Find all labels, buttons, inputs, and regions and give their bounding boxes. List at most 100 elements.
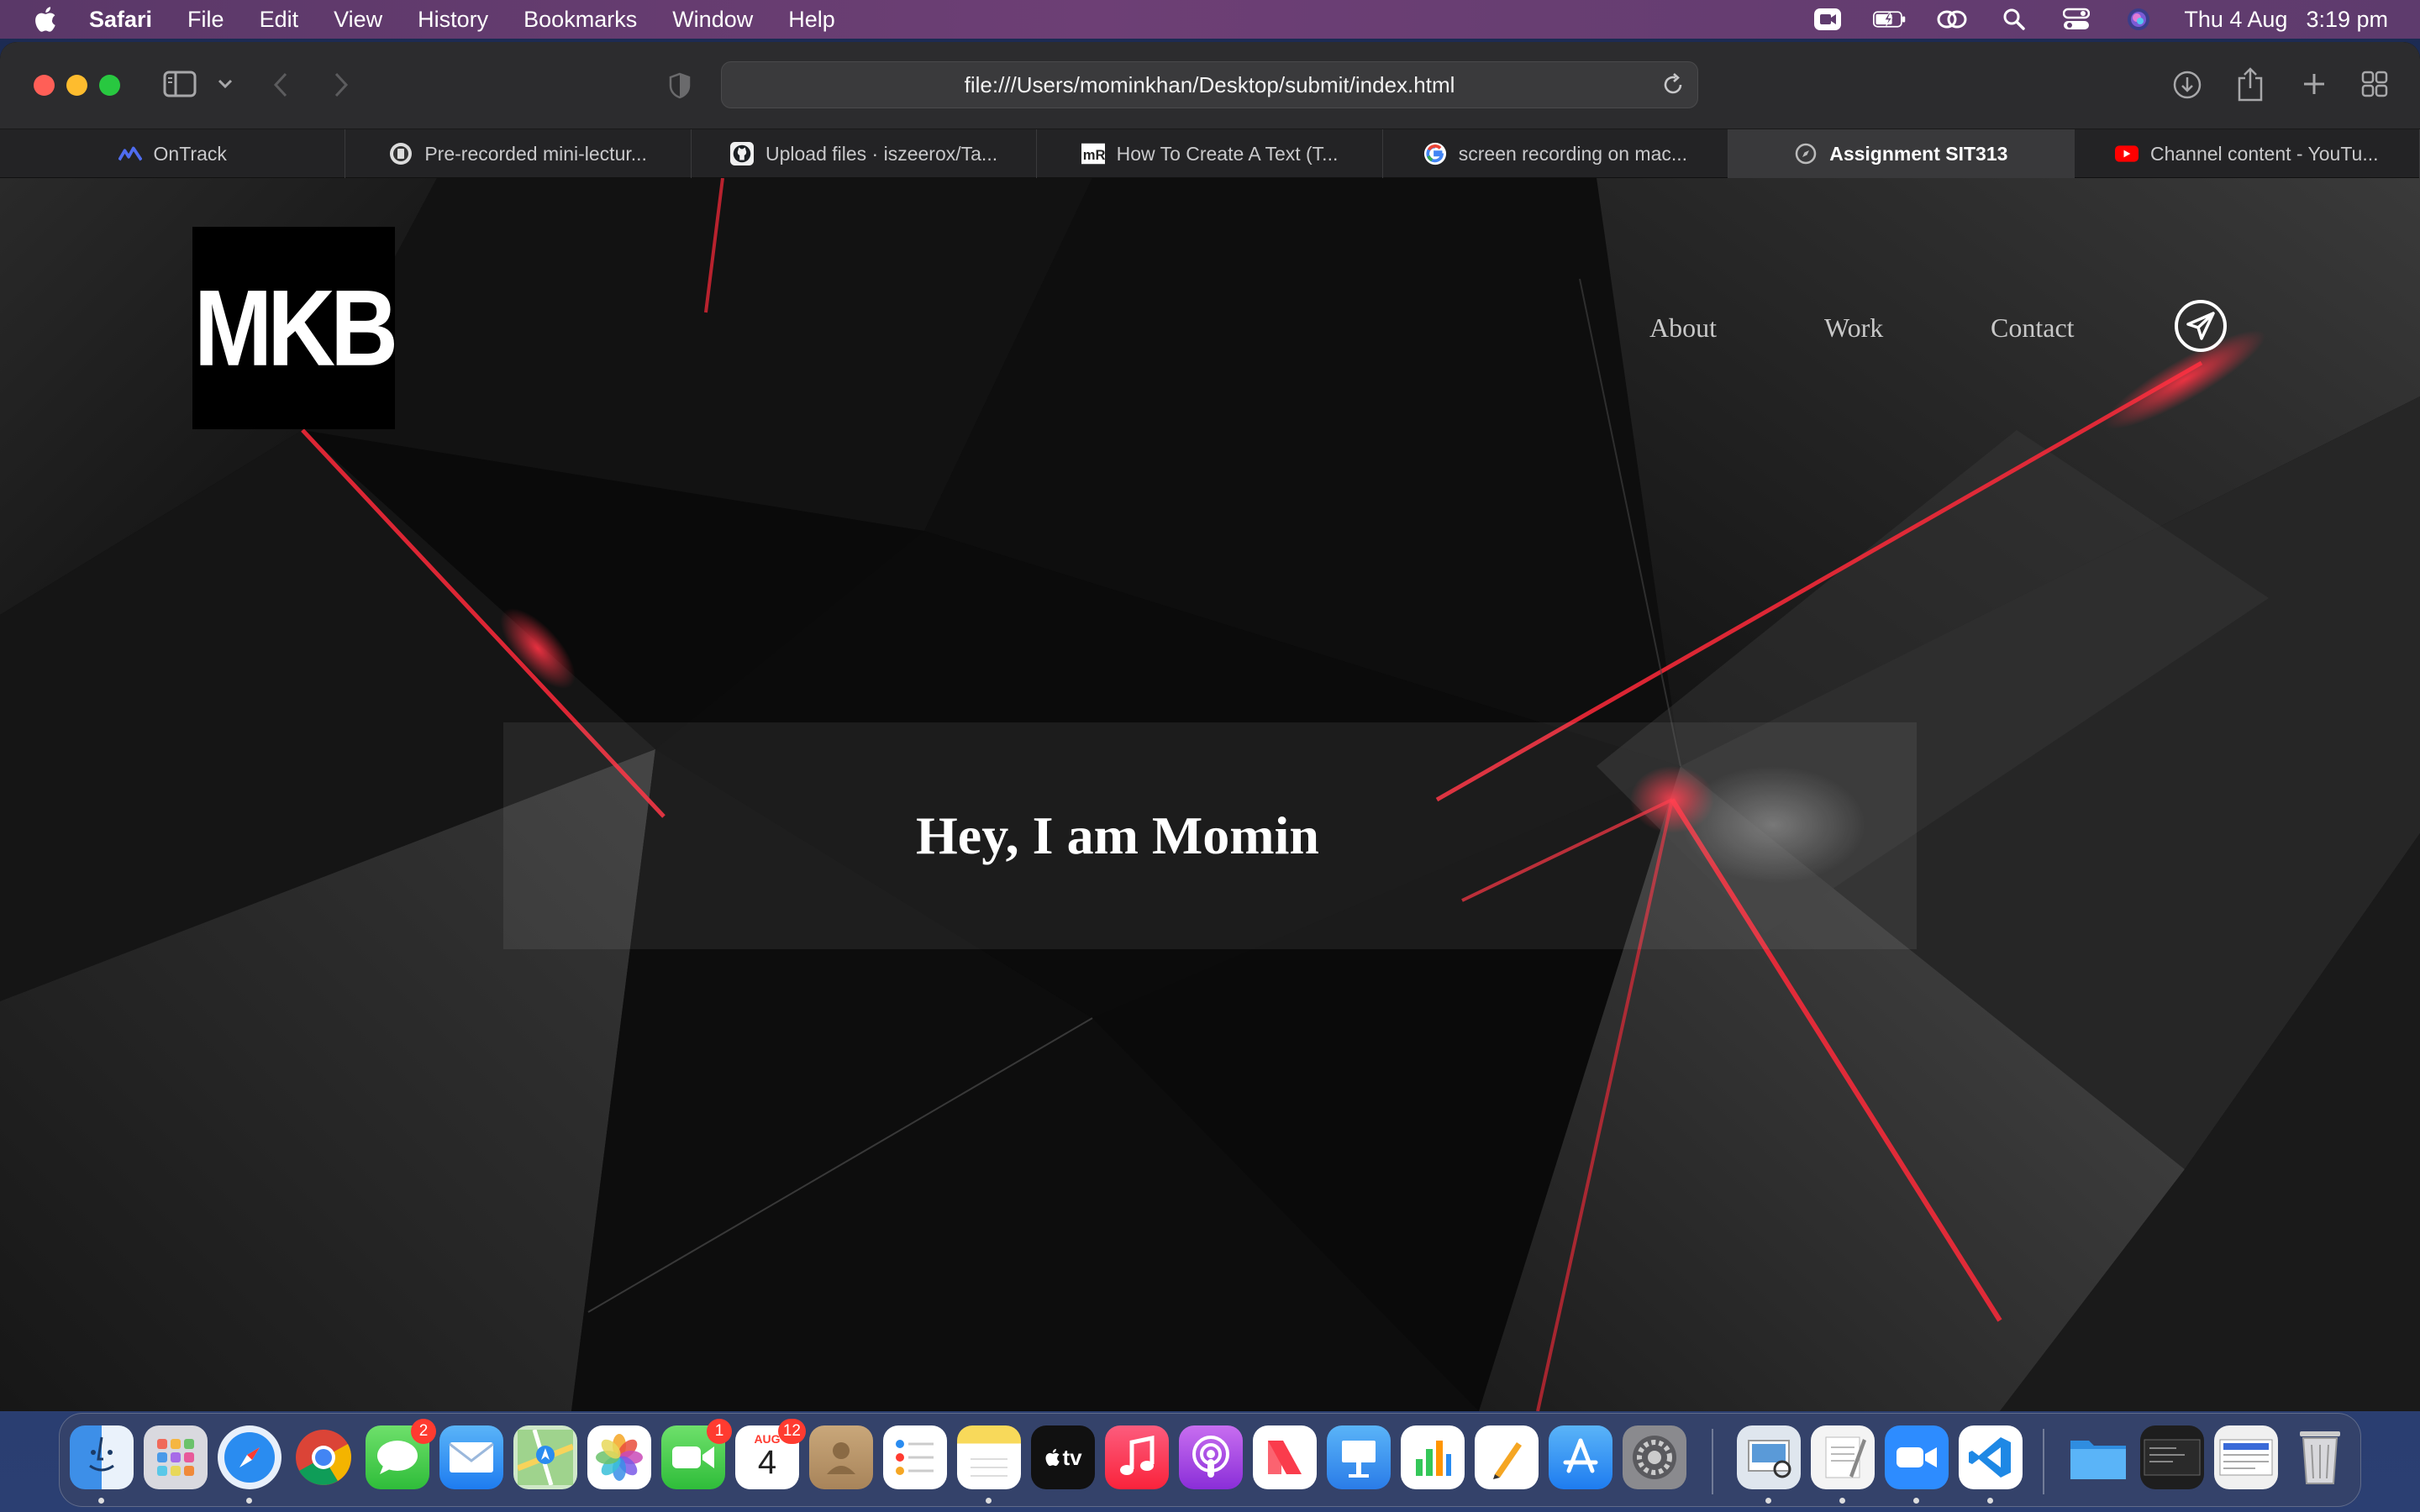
- youtube-icon: [2114, 142, 2139, 165]
- github-icon: [729, 142, 754, 165]
- hero-title: Hey, I am Momin: [916, 806, 1319, 865]
- tab-overview-icon[interactable]: [2360, 69, 2390, 99]
- ontrack-icon: [118, 142, 142, 165]
- tab-github-upload[interactable]: Upload files · iszeerox/Ta...: [692, 129, 1038, 178]
- webpage-viewport: MKB About Work Contact Hey, I am Momin: [0, 178, 2420, 1411]
- battery-icon[interactable]: [1873, 7, 1907, 32]
- tab-pre-recorded-lectures[interactable]: Pre-recorded mini-lectur...: [345, 129, 692, 178]
- calendar-badge: 12: [777, 1419, 806, 1444]
- share-icon[interactable]: [2235, 66, 2265, 102]
- tab-assignment-sit313[interactable]: Assignment SIT313: [1728, 129, 2075, 178]
- photos-icon[interactable]: [587, 1425, 651, 1489]
- menu-view[interactable]: View: [334, 7, 382, 33]
- documents-stack-icon[interactable]: [2214, 1425, 2278, 1489]
- compass-icon: [1794, 142, 1818, 165]
- url-text: file:///Users/mominkhan/Desktop/submit/i…: [964, 71, 1455, 97]
- preview-icon[interactable]: [1737, 1425, 1801, 1489]
- numbers-icon[interactable]: [1401, 1425, 1465, 1489]
- system-preferences-icon[interactable]: [1623, 1425, 1686, 1489]
- nav-about[interactable]: About: [1649, 312, 1717, 344]
- safari-window: file:///Users/mominkhan/Desktop/submit/i…: [0, 42, 2420, 1411]
- trash-icon[interactable]: [2288, 1425, 2352, 1489]
- menu-help[interactable]: Help: [788, 7, 835, 33]
- close-window-button[interactable]: [34, 75, 55, 96]
- running-indicator: [246, 1498, 252, 1504]
- notes-icon[interactable]: [957, 1425, 1021, 1489]
- facetime-icon[interactable]: 1: [661, 1419, 732, 1489]
- screen-record-icon[interactable]: [1811, 7, 1844, 32]
- running-indicator: [98, 1498, 104, 1504]
- control-center-icon[interactable]: [2060, 7, 2093, 32]
- nav-contact[interactable]: Contact: [1991, 312, 2075, 344]
- screenshot-thumbnail-icon[interactable]: [2140, 1425, 2204, 1489]
- siri-icon[interactable]: [2122, 7, 2155, 32]
- tab-ontrack[interactable]: OnTrack: [0, 129, 346, 178]
- app-store-icon[interactable]: [1549, 1425, 1612, 1489]
- back-arrow-icon[interactable]: [271, 71, 291, 99]
- tab-how-to-create-text[interactable]: mR How To Create A Text (T...: [1037, 129, 1383, 178]
- keynote-icon[interactable]: [1327, 1425, 1391, 1489]
- dock-separator: [2043, 1429, 2044, 1494]
- svg-text:mR: mR: [1082, 147, 1104, 163]
- tab-label: Upload files · iszeerox/Ta...: [765, 142, 998, 165]
- send-message-button[interactable]: [2175, 300, 2227, 352]
- podcasts-icon[interactable]: [1179, 1425, 1243, 1489]
- menu-clock[interactable]: Thu 4 Aug 3:19 pm: [2184, 7, 2388, 33]
- contacts-icon[interactable]: [809, 1425, 873, 1489]
- running-indicator: [1765, 1498, 1771, 1504]
- site-logo[interactable]: MKB: [192, 227, 398, 429]
- chrome-icon[interactable]: [292, 1425, 355, 1489]
- chevron-down-icon[interactable]: [215, 76, 235, 92]
- launchpad-icon[interactable]: [144, 1425, 208, 1489]
- maps-icon[interactable]: [513, 1425, 577, 1489]
- pages-icon[interactable]: [1475, 1425, 1539, 1489]
- apple-tv-icon[interactable]: tv: [1031, 1425, 1095, 1489]
- browser-toolbar: file:///Users/mominkhan/Desktop/submit/i…: [0, 42, 2420, 129]
- menu-time: 3:19 pm: [2306, 6, 2388, 32]
- menu-safari[interactable]: Safari: [89, 7, 152, 33]
- tab-youtube-channel[interactable]: Channel content - YouTu...: [2075, 129, 2420, 178]
- deakin-icon: [389, 142, 413, 165]
- tab-screen-recording-search[interactable]: screen recording on mac...: [1383, 129, 1729, 178]
- spotlight-search-icon[interactable]: [1997, 7, 2031, 32]
- control-link-icon[interactable]: [1935, 7, 1969, 32]
- tab-label: OnTrack: [153, 142, 227, 165]
- news-icon[interactable]: [1253, 1425, 1317, 1489]
- minimize-window-button[interactable]: [66, 75, 87, 96]
- menu-file[interactable]: File: [187, 7, 224, 33]
- reload-icon[interactable]: [1660, 72, 1686, 103]
- new-tab-icon[interactable]: [2299, 69, 2329, 99]
- messages-icon[interactable]: 2: [366, 1419, 436, 1489]
- vscode-icon[interactable]: [1959, 1425, 2023, 1489]
- mr-icon: mR: [1081, 142, 1105, 165]
- tab-label: Pre-recorded mini-lectur...: [424, 142, 647, 165]
- calendar-icon[interactable]: AUG 4 12: [735, 1419, 806, 1489]
- sidebar-toggle-icon[interactable]: [163, 69, 197, 99]
- menu-edit[interactable]: Edit: [260, 7, 299, 33]
- music-icon[interactable]: [1105, 1425, 1169, 1489]
- folder-icon[interactable]: [2066, 1425, 2130, 1489]
- finder-icon[interactable]: [70, 1425, 134, 1489]
- running-indicator: [1839, 1498, 1845, 1504]
- zoom-window-button[interactable]: [99, 75, 120, 96]
- menu-window[interactable]: Window: [672, 7, 753, 33]
- paper-plane-icon: [2186, 312, 2215, 340]
- apple-menu-icon[interactable]: [32, 5, 57, 34]
- zoom-icon[interactable]: [1885, 1425, 1949, 1489]
- menu-bookmarks[interactable]: Bookmarks: [523, 7, 637, 33]
- address-bar[interactable]: file:///Users/mominkhan/Desktop/submit/i…: [721, 61, 1698, 108]
- nav-work[interactable]: Work: [1824, 312, 1883, 344]
- downloads-icon[interactable]: [2171, 69, 2203, 101]
- safari-app-icon[interactable]: [218, 1425, 281, 1489]
- menu-history[interactable]: History: [418, 7, 488, 33]
- apple-logo-icon: [1045, 1448, 1060, 1467]
- forward-arrow-icon[interactable]: [331, 71, 351, 99]
- messages-badge: 2: [411, 1419, 436, 1444]
- mail-icon[interactable]: [439, 1425, 503, 1489]
- hero-banner: Hey, I am Momin: [503, 722, 1917, 949]
- tab-label: screen recording on mac...: [1458, 142, 1688, 165]
- textedit-icon[interactable]: [1811, 1425, 1875, 1489]
- logo-text: MKB: [193, 267, 398, 389]
- reminders-icon[interactable]: [883, 1425, 947, 1489]
- privacy-shield-icon[interactable]: [667, 71, 692, 101]
